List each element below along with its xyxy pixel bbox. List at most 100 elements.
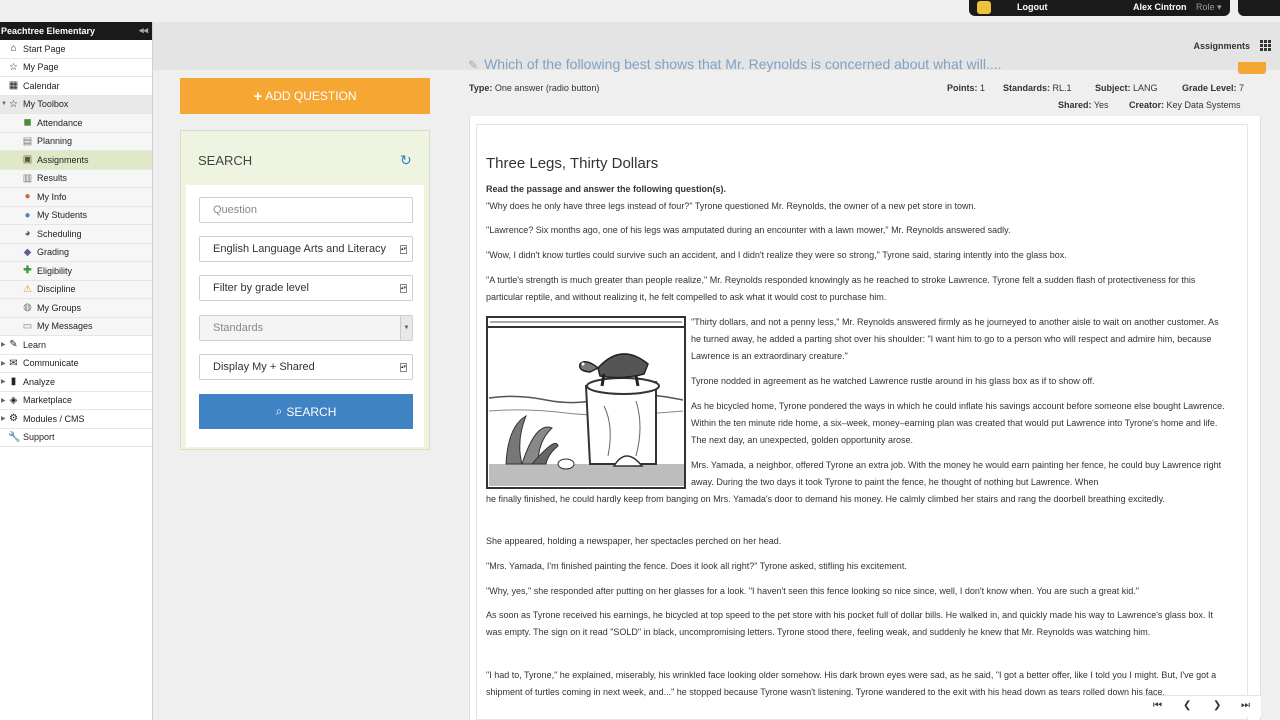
sidebar-item-communicate[interactable]: ▶ ✉ Communicate bbox=[0, 355, 152, 373]
search-icon: ⌕ bbox=[275, 404, 283, 418]
standards-select[interactable]: Standards ▼ bbox=[199, 315, 413, 341]
last-page-icon[interactable]: ⏭ bbox=[1241, 700, 1250, 711]
sidebar-item-label: Eligibility bbox=[37, 265, 73, 276]
sidebar-item-planning[interactable]: ▤ Planning bbox=[0, 132, 152, 151]
passage-paragraph: Mrs. Yamada, a neighbor, offered Tyrone … bbox=[691, 460, 1222, 487]
sidebar-item-grading[interactable]: ◆ Grading bbox=[0, 243, 152, 262]
star-icon: ☆ bbox=[9, 98, 18, 110]
display-select[interactable]: Display My + Shared ▴▾ bbox=[199, 354, 413, 380]
previous-page-icon[interactable]: ❮ bbox=[1183, 700, 1191, 711]
pagination: ⏮ ❮ ❯ ⏭ bbox=[1143, 695, 1261, 717]
passage-paragraph: "I had to, Tyrone," he explained, misera… bbox=[486, 670, 1217, 697]
user-name[interactable]: Alex Cintron bbox=[1133, 2, 1187, 12]
passage-paragraph: "Wow, I didn't know turtles could surviv… bbox=[486, 250, 1067, 260]
turtle-aquarium-illustration bbox=[486, 316, 686, 489]
sidebar-item-label: My Messages bbox=[37, 321, 93, 332]
passage-paragraph: "Why does he only have three legs instea… bbox=[486, 201, 977, 211]
role-dropdown[interactable]: Role ▾ bbox=[1196, 2, 1222, 13]
tag-icon: ◈ bbox=[9, 394, 18, 406]
home-icon: ⌂ bbox=[10, 43, 17, 55]
passage-instruction: Read the passage and answer the followin… bbox=[486, 184, 727, 194]
select-arrow-icon: ▴▾ bbox=[400, 363, 407, 372]
sidebar-item-support[interactable]: 🔧 Support bbox=[0, 429, 152, 447]
planning-icon: ▤ bbox=[22, 135, 33, 147]
question-subject: Subject: LANG bbox=[1095, 83, 1158, 93]
question-points: Points: 1 bbox=[947, 83, 986, 93]
sidebar-item-label: Planning bbox=[37, 136, 73, 147]
sidebar-item-label: Attendance bbox=[37, 117, 83, 128]
edit-icon[interactable]: ✎ bbox=[468, 58, 478, 72]
corner-tab bbox=[1238, 0, 1280, 16]
wrench-icon: 🔧 bbox=[8, 431, 21, 443]
sidebar-item-calendar[interactable]: ▦ Calendar bbox=[0, 77, 152, 96]
sidebar-item-eligibility[interactable]: ✚ Eligibility bbox=[0, 262, 152, 281]
question-grade-level: Grade Level: 7 bbox=[1182, 83, 1245, 93]
sidebar-item-assignments[interactable]: ▣ Assignments bbox=[0, 151, 152, 170]
sidebar-item-discipline[interactable]: ⚠ Discipline bbox=[0, 280, 152, 299]
sidebar-item-analyze[interactable]: ▶ ▮ Analyze bbox=[0, 373, 152, 392]
refresh-icon[interactable]: ↻ bbox=[400, 153, 414, 167]
select-arrow-icon: ▴▾ bbox=[400, 245, 407, 254]
next-page-icon[interactable]: ❯ bbox=[1213, 700, 1221, 711]
sidebar-item-results[interactable]: ▥ Results bbox=[0, 169, 152, 188]
results-icon: ▥ bbox=[22, 172, 33, 184]
sidebar-item-my-toolbox[interactable]: ▼ ☆ My Toolbox bbox=[0, 95, 152, 114]
sidebar-item-my-students[interactable]: ● My Students bbox=[0, 206, 152, 225]
add-question-button[interactable]: + ADD QUESTION bbox=[180, 78, 430, 114]
passage-paragraph: Tyrone nodded in agreement as he watched… bbox=[691, 376, 1095, 386]
top-bar: Logout Alex Cintron Role ▾ bbox=[0, 0, 1280, 17]
first-page-icon[interactable]: ⏮ bbox=[1153, 700, 1162, 711]
passage-paragraph: She appeared, holding a newspaper, her s… bbox=[486, 536, 782, 546]
notification-icon[interactable] bbox=[977, 1, 991, 14]
plus-icon: + bbox=[253, 87, 263, 105]
sidebar-item-label: Support bbox=[23, 432, 55, 443]
passage-paragraph: As soon as Tyrone received his earnings,… bbox=[486, 610, 1213, 637]
grading-icon: ◆ bbox=[23, 246, 32, 258]
user-menu: Logout Alex Cintron Role ▾ bbox=[969, 0, 1230, 16]
calendar-icon: ▦ bbox=[8, 80, 19, 92]
search-panel: SEARCH ↻ Question English Language Arts … bbox=[180, 130, 430, 450]
search-button[interactable]: ⌕ SEARCH bbox=[199, 394, 413, 429]
question-type: Type: One answer (radio button) bbox=[469, 83, 600, 93]
sidebar-item-label: Results bbox=[37, 173, 68, 184]
chat-icon: ✉ bbox=[9, 357, 18, 369]
sidebar-item-label: Calendar bbox=[23, 80, 60, 91]
collapsed-triangle-icon: ▶ bbox=[1, 416, 6, 423]
scheduling-icon: ◕ bbox=[24, 228, 31, 240]
passage-paragraph: "Lawrence? Six months ago, one of his le… bbox=[486, 225, 1011, 235]
collapsed-triangle-icon: ▶ bbox=[1, 397, 6, 404]
grade-level-select[interactable]: Filter by grade level ▴▾ bbox=[199, 275, 413, 301]
orange-tab[interactable] bbox=[1238, 62, 1266, 74]
sidebar-item-label: Discipline bbox=[37, 284, 76, 295]
sidebar-item-label: Grading bbox=[37, 247, 70, 258]
sidebar-item-my-info[interactable]: ● My Info bbox=[0, 188, 152, 207]
sidebar-item-my-messages[interactable]: ▭ My Messages bbox=[0, 317, 152, 336]
app-grid-icon[interactable] bbox=[1260, 40, 1272, 52]
passage-paragraph: he finally finished, he could hardly kee… bbox=[486, 494, 1165, 504]
subject-select[interactable]: English Language Arts and Literacy ▴▾ bbox=[199, 236, 413, 262]
sidebar-item-marketplace[interactable]: ▶ ◈ Marketplace bbox=[0, 392, 152, 410]
logout-link[interactable]: Logout bbox=[1017, 2, 1048, 12]
collapsed-triangle-icon: ▶ bbox=[1, 360, 6, 367]
students-icon: ● bbox=[24, 209, 31, 221]
school-header: Peachtree Elementary ◂◂ bbox=[0, 22, 152, 40]
question-title[interactable]: ✎ Which of the following best shows that … bbox=[468, 56, 1002, 72]
bar-chart-icon: ▮ bbox=[10, 376, 17, 388]
standards-select-value: Standards bbox=[213, 322, 264, 334]
subject-select-value: English Language Arts and Literacy bbox=[213, 243, 387, 255]
sidebar-item-my-page[interactable]: ☆ My Page bbox=[0, 59, 152, 77]
messages-icon: ▭ bbox=[22, 320, 33, 332]
sidebar-item-learn[interactable]: ▶ ✎ Learn bbox=[0, 336, 152, 355]
sidebar-item-label: My Page bbox=[23, 62, 59, 73]
question-search-input[interactable]: Question bbox=[199, 197, 413, 223]
sidebar-item-attendance[interactable]: ◼ Attendance bbox=[0, 114, 152, 133]
sidebar-item-scheduling[interactable]: ◕ Scheduling bbox=[0, 225, 152, 244]
grade-select-value: Filter by grade level bbox=[213, 282, 309, 294]
collapse-sidebar-icon[interactable]: ◂◂ bbox=[139, 25, 148, 36]
breadcrumb[interactable]: Assignments bbox=[1193, 41, 1250, 51]
sidebar-item-label: My Groups bbox=[37, 302, 82, 313]
sidebar-item-my-groups[interactable]: ◍ My Groups bbox=[0, 299, 152, 318]
sidebar-item-start-page[interactable]: ⌂ Start Page bbox=[0, 40, 152, 59]
sidebar-item-modules-cms[interactable]: ▶ ⚙ Modules / CMS bbox=[0, 410, 152, 429]
sidebar-item-label: Modules / CMS bbox=[23, 413, 85, 424]
